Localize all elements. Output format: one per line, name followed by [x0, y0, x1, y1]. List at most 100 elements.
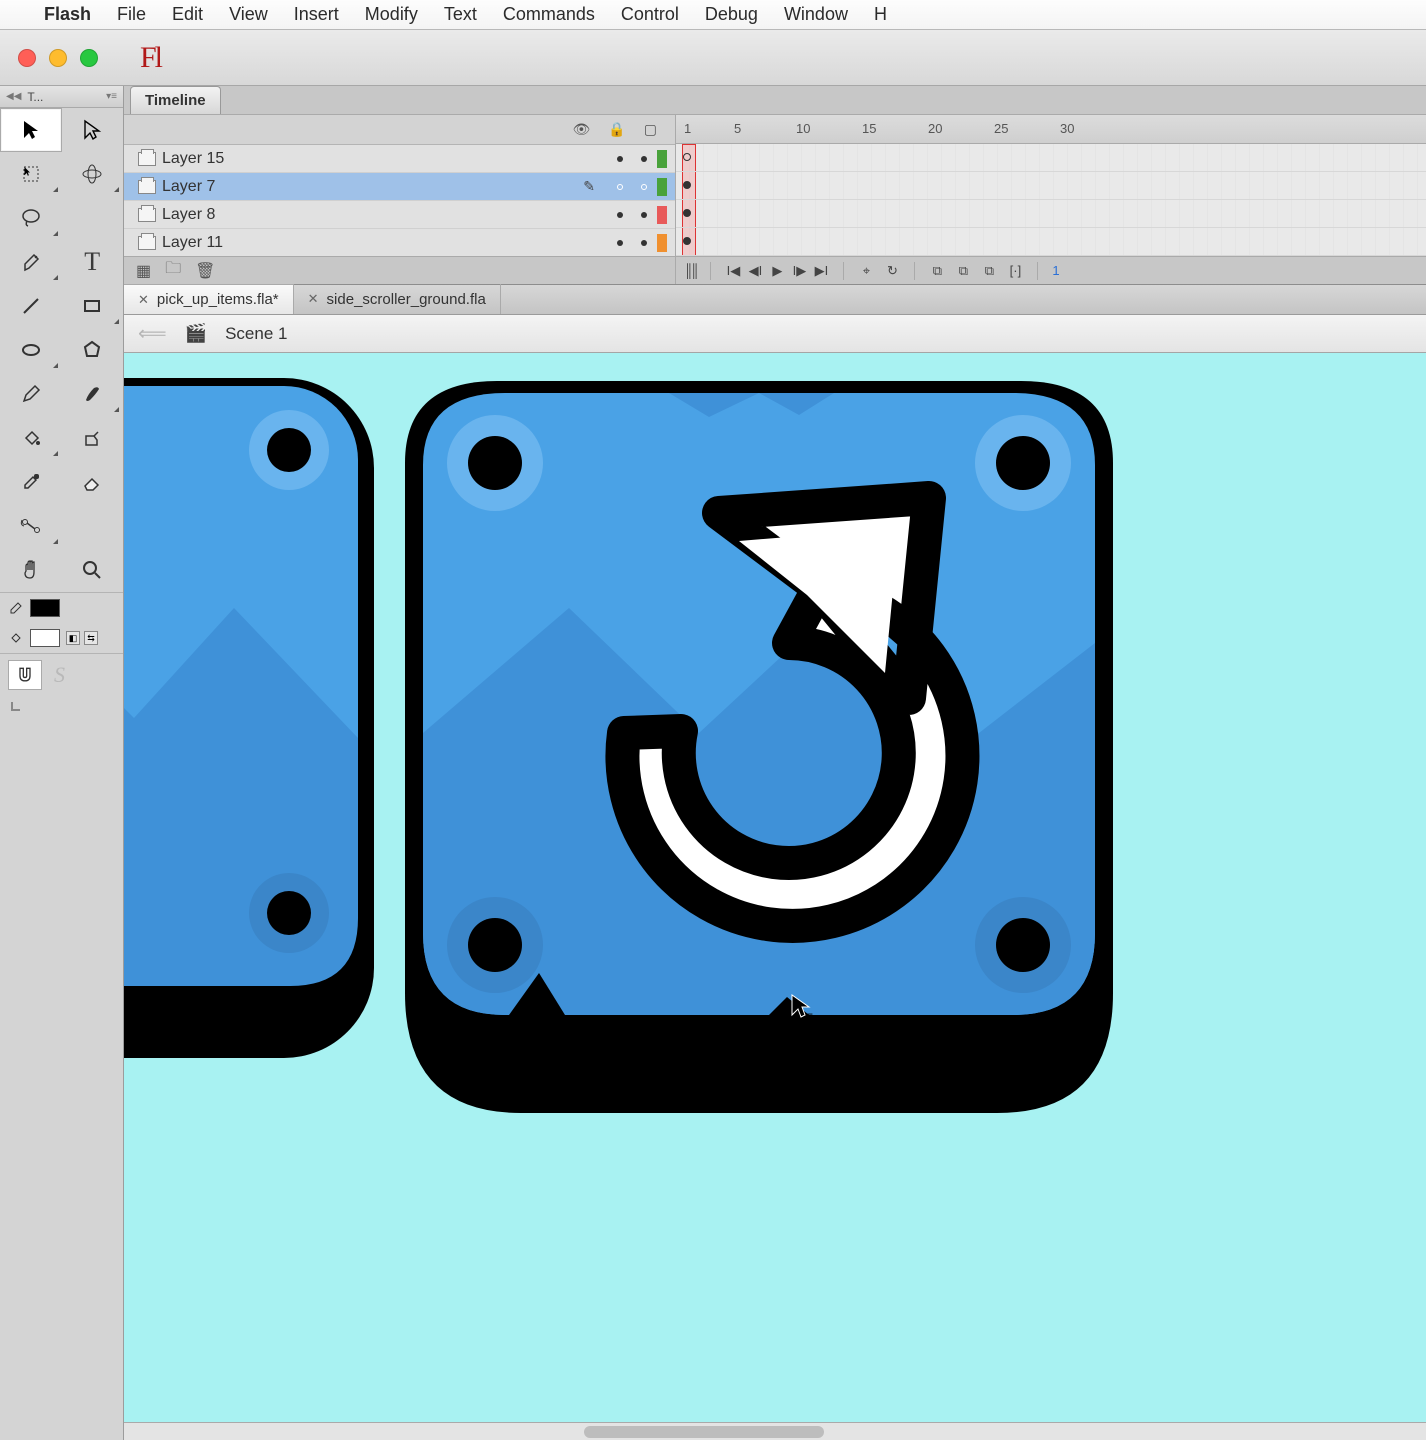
- horizontal-scrollbar[interactable]: [124, 1422, 1426, 1440]
- stroke-color-swatch[interactable]: [30, 599, 60, 617]
- hand-tool[interactable]: [0, 548, 62, 592]
- rectangle-tool[interactable]: [62, 284, 124, 328]
- oval-tool[interactable]: [0, 328, 62, 372]
- onion-markers-button[interactable]: [·]: [1007, 263, 1023, 279]
- menu-window[interactable]: Window: [784, 4, 848, 25]
- tools-panel: ◀◀ T... ▾≡ T: [0, 86, 124, 1440]
- layer-row[interactable]: Layer 15: [124, 145, 675, 173]
- eraser-tool[interactable]: [62, 460, 124, 504]
- brush-tool[interactable]: [62, 372, 124, 416]
- layer-color-chip[interactable]: [657, 178, 667, 196]
- outline-column-icon[interactable]: ▢: [644, 121, 657, 138]
- menu-modify[interactable]: Modify: [365, 4, 418, 25]
- frames-grid[interactable]: [676, 144, 1426, 256]
- menu-file[interactable]: File: [117, 4, 146, 25]
- layer-color-chip[interactable]: [657, 150, 667, 168]
- ruler-mark: 20: [928, 121, 942, 136]
- document-tab[interactable]: ✕ side_scroller_ground.fla: [294, 284, 501, 314]
- window-zoom-button[interactable]: [80, 49, 98, 67]
- menubar-appname[interactable]: Flash: [44, 4, 91, 25]
- layer-row[interactable]: Layer 11: [124, 229, 675, 256]
- play-button[interactable]: ▶: [769, 263, 785, 279]
- last-frame-button[interactable]: ▶I: [813, 263, 829, 279]
- layer-name[interactable]: Layer 11: [162, 234, 223, 252]
- scrollbar-thumb[interactable]: [584, 1426, 824, 1438]
- menu-edit[interactable]: Edit: [172, 4, 203, 25]
- stage-artwork-tile-main[interactable]: [369, 353, 1149, 1133]
- layer-name[interactable]: Layer 15: [162, 150, 224, 168]
- menu-commands[interactable]: Commands: [503, 4, 595, 25]
- layer-row[interactable]: Layer 7 ✎: [124, 173, 675, 201]
- visibility-column-icon[interactable]: 👁: [573, 121, 591, 138]
- document-tab[interactable]: ✕ pick_up_items.fla*: [124, 284, 294, 314]
- menu-debug[interactable]: Debug: [705, 4, 758, 25]
- next-frame-button[interactable]: I▶: [791, 263, 807, 279]
- current-frame-value: 1: [1052, 263, 1059, 278]
- 3d-rotation-tool[interactable]: [62, 152, 124, 196]
- stage[interactable]: ⌐: [124, 353, 1426, 1440]
- lasso-tool[interactable]: [0, 196, 62, 240]
- layer-name[interactable]: Layer 7: [162, 178, 215, 196]
- panel-collapse-icon[interactable]: ◀◀: [6, 91, 21, 102]
- menu-view[interactable]: View: [229, 4, 268, 25]
- loop-button[interactable]: ↻: [884, 263, 900, 279]
- smooth-option-icon[interactable]: [10, 700, 26, 716]
- menu-text[interactable]: Text: [444, 4, 477, 25]
- document-tab-label: side_scroller_ground.fla: [327, 291, 486, 308]
- menu-help-truncated[interactable]: H: [874, 4, 887, 25]
- new-folder-button[interactable]: 🗀: [165, 257, 181, 284]
- layer-color-chip[interactable]: [657, 234, 667, 252]
- document-tab-label: pick_up_items.fla*: [157, 291, 279, 308]
- traffic-lights: [18, 49, 98, 67]
- menu-insert[interactable]: Insert: [294, 4, 339, 25]
- polystar-tool[interactable]: [62, 328, 124, 372]
- free-transform-tool[interactable]: [0, 152, 62, 196]
- flash-logo-icon: Fl: [140, 41, 161, 75]
- layer-row[interactable]: Layer 8: [124, 201, 675, 229]
- selection-tool[interactable]: [0, 108, 62, 152]
- ink-bottle-tool[interactable]: [62, 416, 124, 460]
- onion-skin-button[interactable]: ⧉: [929, 263, 945, 279]
- delete-layer-button[interactable]: 🗑: [195, 261, 215, 281]
- center-frame-button[interactable]: ⌖: [858, 263, 874, 279]
- tools-panel-header[interactable]: ◀◀ T... ▾≡: [0, 86, 123, 108]
- pencil-tool[interactable]: [0, 372, 62, 416]
- straighten-option-icon[interactable]: S: [54, 662, 65, 688]
- line-tool[interactable]: [0, 284, 62, 328]
- layer-color-chip[interactable]: [657, 206, 667, 224]
- onion-outlines-button[interactable]: ⧉: [955, 263, 971, 279]
- timeline-scrollbar-icon[interactable]: ║║: [684, 263, 696, 278]
- timeline-panel: Timeline 👁 🔒 ▢ Layer 15: [124, 86, 1426, 285]
- eyedropper-tool[interactable]: [0, 460, 62, 504]
- text-tool[interactable]: T: [62, 240, 124, 284]
- timeline-controls: ║║ I◀ ◀I ▶ I▶ ▶I ⌖ ↻ ⧉: [676, 256, 1426, 284]
- swap-colors-button[interactable]: ⇆: [84, 631, 98, 645]
- zoom-tool[interactable]: [62, 548, 124, 592]
- layer-icon: [138, 180, 156, 194]
- new-layer-button[interactable]: ▦: [136, 261, 151, 281]
- scene-name[interactable]: Scene 1: [225, 324, 287, 344]
- timeline-tab[interactable]: Timeline: [124, 86, 1426, 114]
- close-tab-icon[interactable]: ✕: [138, 292, 149, 308]
- menu-control[interactable]: Control: [621, 4, 679, 25]
- paint-bucket-tool[interactable]: [0, 416, 62, 460]
- timeline-ruler[interactable]: 1 5 10 15 20 25 30: [676, 115, 1426, 144]
- subselection-tool[interactable]: [62, 108, 124, 152]
- panel-menu-icon[interactable]: ▾≡: [106, 91, 117, 102]
- lock-column-icon[interactable]: 🔒: [608, 121, 625, 138]
- window-minimize-button[interactable]: [49, 49, 67, 67]
- edit-multiple-frames-button[interactable]: ⧉: [981, 263, 997, 279]
- edit-back-button[interactable]: ⟸: [138, 321, 167, 346]
- bone-tool[interactable]: [0, 504, 62, 548]
- first-frame-button[interactable]: I◀: [725, 263, 741, 279]
- window-close-button[interactable]: [18, 49, 36, 67]
- fill-color-swatch[interactable]: [30, 629, 60, 647]
- stage-artwork-tile-left[interactable]: [124, 358, 394, 1078]
- default-colors-button[interactable]: ◧: [66, 631, 80, 645]
- stroke-color-row: [0, 593, 123, 623]
- snap-to-objects-button[interactable]: [8, 660, 42, 690]
- close-tab-icon[interactable]: ✕: [308, 291, 319, 307]
- pen-tool[interactable]: [0, 240, 62, 284]
- layer-name[interactable]: Layer 8: [162, 206, 215, 224]
- prev-frame-button[interactable]: ◀I: [747, 263, 763, 279]
